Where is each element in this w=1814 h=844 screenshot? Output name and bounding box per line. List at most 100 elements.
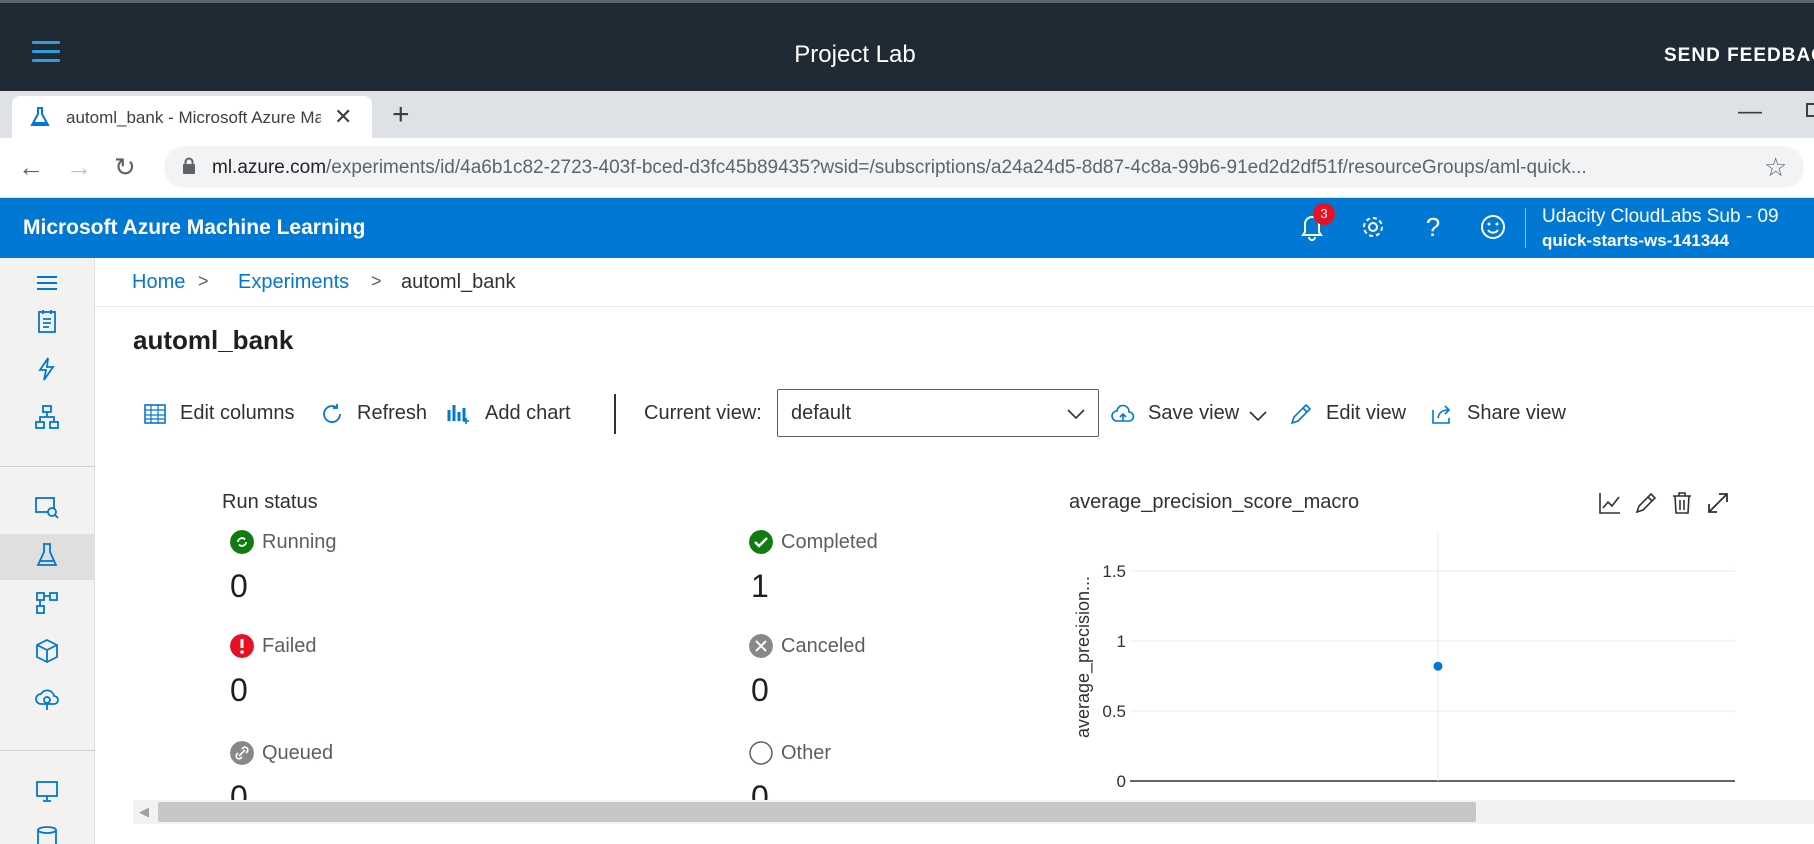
- refresh-button[interactable]: Refresh: [357, 402, 427, 425]
- toolbar-divider: [614, 394, 616, 434]
- failed-label: Failed: [262, 635, 317, 657]
- scrollbar-thumb[interactable]: [158, 802, 1476, 822]
- y-tick-label: 0.5: [1102, 702, 1126, 721]
- feedback-smiley-icon[interactable]: [1479, 212, 1507, 242]
- y-tick-label: 1.5: [1102, 562, 1126, 581]
- add-chart-button[interactable]: Add chart: [485, 402, 571, 425]
- completed-count: 1: [751, 568, 769, 604]
- other-label: Other: [781, 742, 832, 764]
- left-navigation: [0, 258, 95, 844]
- line-chart-icon[interactable]: [1597, 490, 1623, 516]
- current-view-label: Current view:: [644, 402, 762, 424]
- url-field[interactable]: ml.azure.com/experiments/id/4a6b1c82-272…: [164, 146, 1804, 188]
- other-count: 0: [751, 779, 769, 801]
- expand-icon[interactable]: [1705, 490, 1731, 516]
- close-icon[interactable]: ✕: [334, 104, 352, 130]
- pipelines-icon[interactable]: [34, 590, 60, 616]
- notification-badge: 3: [1313, 203, 1335, 225]
- compute-monitor-icon[interactable]: [34, 778, 60, 804]
- failed-exclamation-icon: [230, 634, 254, 658]
- save-cloud-icon: [1111, 404, 1135, 422]
- screen: Project Lab SEND FEEDBACK automl_bank - …: [0, 0, 1814, 844]
- canceled-label: Canceled: [781, 635, 866, 657]
- workspace-name[interactable]: quick-starts-ws-141344: [1542, 231, 1729, 251]
- running-count: 0: [230, 568, 248, 604]
- canceled-x-icon: [749, 634, 773, 658]
- lab-header: Project Lab SEND FEEDBACK: [0, 0, 1814, 91]
- datastores-icon[interactable]: [34, 824, 60, 844]
- chevron-right-icon: >: [371, 271, 382, 291]
- page-title: automl_bank: [133, 325, 294, 355]
- delete-trash-icon[interactable]: [1669, 490, 1695, 516]
- queued-label: Queued: [262, 742, 334, 764]
- bookmark-star-icon[interactable]: ☆: [1764, 152, 1787, 183]
- account-name[interactable]: Udacity CloudLabs Sub - 09: [1542, 206, 1779, 228]
- nav-divider: [0, 750, 95, 751]
- chart-title: average_precision_score_macro: [1069, 491, 1360, 513]
- breadcrumb-home-link[interactable]: Home: [132, 271, 185, 294]
- notebooks-icon[interactable]: [34, 308, 60, 334]
- lock-icon: [183, 157, 195, 174]
- browser-tab-title: automl_bank - Microsoft Azure Machine Le…: [66, 108, 321, 127]
- azure-app-title[interactable]: Microsoft Azure Machine Learning: [23, 216, 365, 240]
- edit-columns-button[interactable]: Edit columns: [180, 402, 295, 425]
- forward-arrow-icon[interactable]: →: [66, 152, 92, 183]
- completed-check-icon: [749, 530, 773, 554]
- header-divider: [1525, 208, 1526, 248]
- queued-link-icon: [230, 741, 254, 765]
- other-circle-icon: [749, 741, 773, 765]
- help-icon[interactable]: ?: [1419, 212, 1447, 242]
- running-label: Running: [262, 531, 337, 553]
- breadcrumb-current: automl_bank: [401, 271, 516, 293]
- new-tab-icon[interactable]: +: [392, 98, 410, 132]
- breadcrumb: Home > Experiments > automl_bank: [95, 258, 1814, 307]
- edit-columns-grid-icon: [144, 404, 166, 424]
- endpoints-cloud-icon[interactable]: [34, 686, 60, 712]
- collapse-menu-icon[interactable]: [34, 270, 60, 296]
- datasets-icon[interactable]: [34, 494, 60, 520]
- horizontal-scrollbar[interactable]: ◀: [133, 800, 1814, 824]
- chevron-down-icon[interactable]: [1246, 404, 1270, 428]
- url-text: ml.azure.com/experiments/id/4a6b1c82-272…: [212, 157, 1587, 178]
- designer-icon[interactable]: [34, 404, 60, 430]
- scroll-left-arrow-icon[interactable]: ◀: [139, 804, 149, 820]
- maximize-icon[interactable]: [1806, 103, 1814, 117]
- chevron-right-icon: >: [198, 271, 209, 291]
- scatter-chart: 0 0.5 1 1.5 average_precision...: [1073, 532, 1735, 790]
- minimize-icon[interactable]: —: [1738, 98, 1762, 126]
- chevron-down-icon: [1067, 409, 1085, 420]
- browser-tab-strip: automl_bank - Microsoft Azure Machine Le…: [0, 91, 1814, 138]
- settings-gear-icon[interactable]: [1359, 212, 1387, 242]
- canceled-count: 0: [751, 672, 769, 708]
- svg-text:?: ?: [1426, 212, 1440, 242]
- edit-pencil-icon[interactable]: [1633, 490, 1659, 516]
- current-view-dropdown[interactable]: default: [777, 389, 1099, 437]
- queued-count: 0: [230, 779, 248, 801]
- breadcrumb-experiments-link[interactable]: Experiments: [238, 271, 349, 294]
- share-view-button[interactable]: Share view: [1467, 402, 1566, 425]
- save-view-button[interactable]: Save view: [1148, 402, 1239, 425]
- run-status-title: Run status: [222, 491, 318, 513]
- y-tick-label: 1: [1117, 632, 1126, 651]
- share-icon: [1432, 405, 1451, 424]
- data-point: [1433, 661, 1443, 671]
- edit-view-button[interactable]: Edit view: [1326, 402, 1406, 425]
- send-feedback-button[interactable]: SEND FEEDBACK: [1664, 45, 1814, 67]
- refresh-icon: [323, 404, 341, 423]
- running-status-icon: [230, 530, 254, 554]
- flask-icon: [30, 107, 50, 126]
- add-chart-icon: [447, 405, 469, 424]
- experiments-flask-icon[interactable]: [34, 542, 60, 568]
- completed-label: Completed: [781, 531, 878, 553]
- azure-header: Microsoft Azure Machine Learning ? Udaci…: [0, 198, 1814, 258]
- models-cube-icon[interactable]: [34, 638, 60, 664]
- back-arrow-icon[interactable]: ←: [18, 152, 44, 183]
- browser-tab[interactable]: automl_bank - Microsoft Azure Machine Le…: [12, 96, 372, 138]
- lab-title: Project Lab: [794, 41, 916, 68]
- reload-icon[interactable]: ↻: [114, 152, 136, 183]
- nav-divider: [0, 466, 95, 467]
- current-view-value: default: [791, 402, 852, 424]
- y-tick-label: 0: [1117, 772, 1126, 790]
- automl-lightning-icon[interactable]: [34, 356, 60, 382]
- edit-pencil-icon: [1290, 403, 1312, 425]
